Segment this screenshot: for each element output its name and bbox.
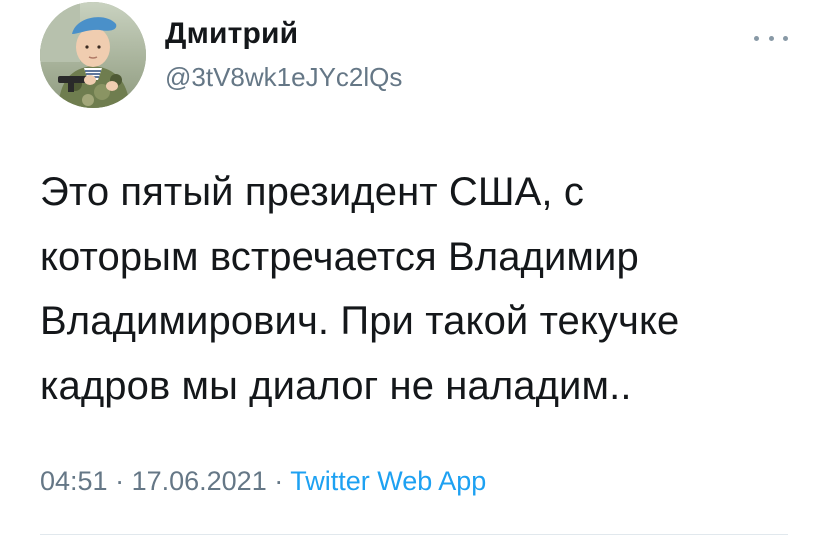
tweet-text-line: Это пятый президент США, с: [40, 170, 584, 214]
more-dot: [768, 35, 774, 41]
tweet-time[interactable]: 04:51: [40, 466, 108, 496]
tweet-source-link[interactable]: Twitter Web App: [290, 466, 486, 496]
user-handle[interactable]: @3tV8wk1eJYc2lQs: [165, 62, 402, 93]
display-name[interactable]: Дмитрий: [165, 17, 298, 51]
avatar[interactable]: [40, 2, 146, 108]
tweet-date[interactable]: 17.06.2021: [132, 466, 267, 496]
meta-separator: ·: [107, 466, 132, 496]
more-horizontal-icon[interactable]: [754, 30, 788, 46]
tweet-meta: 04:51 · 17.06.2021 · Twitter Web App: [40, 466, 486, 497]
more-dot: [754, 35, 759, 41]
meta-separator: ·: [266, 466, 291, 496]
tweet-text-line: Владимирович. При такой текучке: [40, 299, 680, 343]
tweet-text-line: кадров мы диалог не наладим..: [40, 363, 632, 408]
divider: [40, 534, 788, 535]
more-dot: [783, 35, 788, 41]
tweet-text-line: которым встречается Владимир: [40, 234, 639, 279]
tweet-text: Это пятый президент США, с которым встре…: [40, 160, 800, 418]
avatar-image: [40, 2, 146, 108]
tweet-card: Дмитрий @3tV8wk1eJYc2lQs Это пятый прези…: [0, 0, 828, 541]
